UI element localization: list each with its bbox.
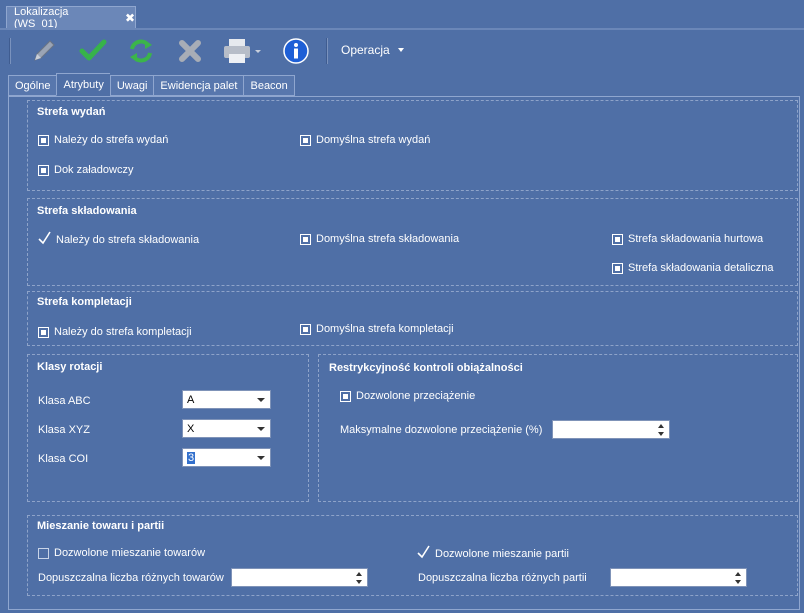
checkbox-label: Domyślna strefa kompletacji bbox=[316, 323, 454, 335]
tab-label: Ewidencja palet bbox=[160, 79, 238, 92]
group-title: Klasy rotacji bbox=[37, 361, 103, 373]
group-title: Strefa kompletacji bbox=[37, 296, 132, 308]
tab-atrybuty[interactable]: Atrybuty bbox=[56, 73, 110, 96]
chevron-down-icon bbox=[257, 398, 265, 402]
checkbox-domyslna-wydan[interactable]: Domyślna strefa wydań bbox=[300, 134, 430, 146]
checkbox-label: Domyślna strefa składowania bbox=[316, 233, 460, 245]
tab-label: Uwagi bbox=[116, 79, 148, 92]
info-button[interactable] bbox=[281, 37, 311, 65]
tab-ogolne[interactable]: Ogólne bbox=[8, 75, 57, 96]
operacja-menu-label: Operacja bbox=[341, 43, 390, 57]
chevron-down-icon bbox=[257, 456, 265, 460]
toolbar: Operacja bbox=[0, 30, 804, 72]
info-icon bbox=[283, 38, 309, 64]
checkbox-label: Należy do strefa wydań bbox=[54, 134, 169, 146]
spinner-arrows-icon[interactable] bbox=[658, 423, 666, 437]
checkbox-dozwolone-przeciazenie[interactable]: Dozwolone przeciążenie bbox=[340, 390, 475, 402]
checkbox-label: Strefa składowania detaliczna bbox=[628, 262, 774, 274]
group-title: Strefa składowania bbox=[37, 205, 137, 217]
liczba-partii-label: Dopuszczalna liczba różnych partii bbox=[418, 572, 587, 584]
tab-label: Atrybuty bbox=[63, 78, 104, 91]
checkbox-indicator bbox=[612, 262, 623, 274]
checkbox-nalezy-kompletacji[interactable]: Należy do strefa kompletacji bbox=[38, 326, 192, 338]
klasa-coi-select[interactable]: 3 bbox=[182, 448, 271, 467]
checkbox-indicator bbox=[300, 323, 311, 335]
spinner-arrows-icon[interactable] bbox=[356, 571, 364, 585]
klasa-abc-select[interactable]: A bbox=[182, 390, 271, 409]
checkbox-indicator bbox=[38, 326, 49, 338]
tab-beacon[interactable]: Beacon bbox=[243, 75, 295, 96]
green-refresh-icon bbox=[130, 39, 152, 63]
checkbox-label: Dok załadowczy bbox=[54, 164, 134, 176]
klasa-xyz-select[interactable]: X bbox=[182, 419, 271, 438]
checkbox-indicator bbox=[300, 233, 311, 245]
checkbox-indicator bbox=[340, 390, 351, 402]
grey-x-icon bbox=[179, 40, 201, 62]
toolbar-grip bbox=[9, 38, 11, 64]
klasa-abc-label: Klasa ABC bbox=[38, 395, 91, 407]
printer-icon bbox=[224, 39, 261, 63]
check-icon bbox=[38, 231, 51, 246]
save-button[interactable] bbox=[78, 37, 108, 65]
checkbox-label: Należy do strefa kompletacji bbox=[54, 326, 192, 338]
klasa-xyz-label: Klasa XYZ bbox=[38, 424, 90, 436]
checkbox-indicator bbox=[38, 164, 49, 176]
checkbox-indicator bbox=[300, 134, 311, 146]
check-icon bbox=[417, 545, 430, 560]
document-tab[interactable]: Lokalizacja (WS_01) ✖ bbox=[6, 5, 136, 30]
klasa-coi-label: Klasa COI bbox=[38, 453, 89, 465]
group-title: Mieszanie towaru i partii bbox=[37, 520, 165, 532]
toolbar-separator bbox=[326, 38, 328, 64]
operacja-menu-button[interactable]: Operacja bbox=[341, 43, 404, 57]
document-tab-title: Lokalizacja (WS_01) bbox=[14, 5, 69, 30]
checkbox-indicator bbox=[612, 233, 623, 245]
checkbox-nalezy-wydan[interactable]: Należy do strefa wydań bbox=[38, 134, 168, 146]
tab-label: Ogólne bbox=[15, 79, 51, 92]
checkbox-label: Dozwolone przeciążenie bbox=[356, 390, 476, 402]
refresh-button[interactable] bbox=[126, 37, 156, 65]
checkbox-domyslna-skladowania[interactable]: Domyślna strefa składowania bbox=[300, 233, 459, 245]
checkbox-nalezy-skladowania[interactable]: Należy do strefa składowania bbox=[38, 231, 200, 246]
pencil-icon bbox=[34, 40, 55, 61]
checkbox-dok-zaladowczy[interactable]: Dok załadowczy bbox=[38, 164, 133, 176]
checkbox-label: Należy do strefa składowania bbox=[56, 233, 200, 246]
tab-label: Beacon bbox=[250, 79, 288, 92]
select-value: X bbox=[187, 422, 195, 435]
liczba-towarow-label: Dopuszczalna liczba różnych towarów bbox=[38, 572, 224, 584]
select-value: A bbox=[187, 393, 195, 406]
checkbox-indicator bbox=[38, 134, 49, 146]
checkbox-label: Strefa składowania hurtowa bbox=[628, 233, 764, 245]
checkbox-mieszanie-partii[interactable]: Dozwolone mieszanie partii bbox=[417, 545, 569, 560]
tab-uwagi[interactable]: Uwagi bbox=[109, 75, 154, 96]
checkbox-label: Domyślna strefa wydań bbox=[316, 134, 431, 146]
chevron-down-icon bbox=[397, 48, 404, 52]
checkbox-label: Dozwolone mieszanie towarów bbox=[54, 547, 206, 559]
tab-ewidencja-palet[interactable]: Ewidencja palet bbox=[153, 75, 244, 96]
green-check-icon bbox=[79, 39, 107, 61]
group-title: Restrykcyjność kontroli obiążalności bbox=[329, 362, 523, 374]
checkbox-skladowania-detaliczna[interactable]: Strefa składowania detaliczna bbox=[612, 262, 774, 274]
group-title: Strefa wydań bbox=[37, 106, 106, 118]
checkbox-mieszanie-towarow[interactable]: Dozwolone mieszanie towarów bbox=[38, 547, 205, 559]
max-przeciazenie-spinner[interactable] bbox=[552, 420, 670, 439]
checkbox-label: Dozwolone mieszanie partii bbox=[435, 547, 569, 560]
max-przeciazenie-label: Maksymalne dozwolone przeciążenie (%) bbox=[340, 424, 543, 436]
print-button[interactable] bbox=[222, 37, 262, 65]
checkbox-domyslna-kompletacji[interactable]: Domyślna strefa kompletacji bbox=[300, 323, 454, 335]
edit-button[interactable] bbox=[29, 37, 59, 65]
select-value: 3 bbox=[187, 451, 196, 464]
close-tab-button[interactable]: ✖ bbox=[125, 11, 135, 25]
chevron-down-icon bbox=[257, 427, 265, 431]
delete-button[interactable] bbox=[175, 37, 205, 65]
checkbox-indicator bbox=[38, 547, 49, 559]
checkbox-skladowania-hurtowa[interactable]: Strefa składowania hurtowa bbox=[612, 233, 763, 245]
liczba-partii-spinner[interactable] bbox=[610, 568, 747, 587]
spinner-arrows-icon[interactable] bbox=[735, 571, 743, 585]
tab-bar: Ogólne Atrybuty Uwagi Ewidencja palet Be… bbox=[8, 73, 295, 96]
liczba-towarow-spinner[interactable] bbox=[231, 568, 368, 587]
